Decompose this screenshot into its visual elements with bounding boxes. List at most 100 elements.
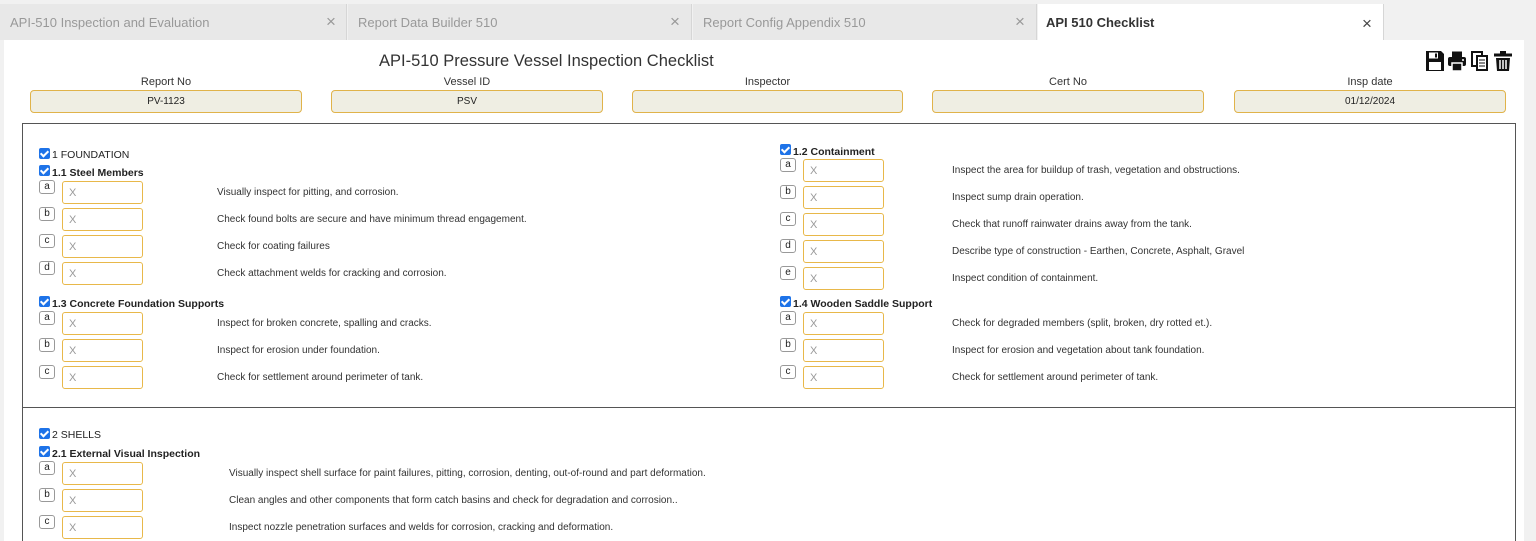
item-description: Check that runoff rainwater drains away …: [952, 219, 1192, 230]
tab-label: API 510 Checklist: [1046, 15, 1155, 30]
tab-label: API-510 Inspection and Evaluation: [10, 15, 210, 30]
item-letter: b: [39, 488, 55, 502]
item-letter: a: [39, 180, 55, 194]
vessel-id-label: Vessel ID: [443, 76, 491, 88]
item-letter: b: [39, 338, 55, 352]
item-letter: c: [780, 365, 796, 379]
item-input[interactable]: [62, 312, 143, 335]
steel-members-checkbox[interactable]: [39, 165, 50, 176]
item-description: Inspect the area for buildup of trash, v…: [952, 165, 1240, 176]
close-icon[interactable]: ×: [1015, 13, 1025, 30]
item-input[interactable]: [803, 339, 884, 362]
item-description: Inspect nozzle penetration surfaces and …: [229, 522, 614, 533]
item-input[interactable]: [62, 462, 143, 485]
cert-no-label: Cert No: [1049, 76, 1087, 88]
item-input[interactable]: [62, 262, 143, 285]
copy-icon[interactable]: [1470, 50, 1490, 72]
item-description: Inspect condition of containment.: [952, 273, 1099, 284]
item-description: Check attachment welds for cracking and …: [217, 268, 447, 279]
item-input[interactable]: [62, 181, 143, 204]
insp-date-label: Insp date: [1347, 76, 1393, 88]
section-shells: 2 SHELLS 2.1 External Visual Inspection …: [22, 407, 1516, 541]
item-letter: a: [780, 158, 796, 172]
checklist-page: API-510 Pressure Vessel Inspection Check…: [4, 40, 1524, 541]
tab-api510-checklist[interactable]: API 510 Checklist ×: [1038, 4, 1384, 40]
tab-report-data-builder[interactable]: Report Data Builder 510 ×: [348, 4, 692, 40]
subsection-title: 1.2 Containment: [793, 146, 875, 158]
item-input[interactable]: [803, 186, 884, 209]
item-input[interactable]: [803, 213, 884, 236]
vessel-id-field[interactable]: [331, 90, 603, 113]
close-icon[interactable]: ×: [670, 13, 680, 30]
item-description: Check for settlement around perimeter of…: [217, 372, 424, 383]
item-description: Check for degraded members (split, broke…: [952, 318, 1213, 329]
delete-icon[interactable]: [1493, 50, 1513, 72]
item-input[interactable]: [62, 489, 143, 512]
print-icon[interactable]: [1447, 50, 1467, 72]
close-icon[interactable]: ×: [326, 13, 336, 30]
page-title: API-510 Pressure Vessel Inspection Check…: [379, 52, 714, 70]
item-input[interactable]: [62, 366, 143, 389]
cert-no-field[interactable]: [932, 90, 1204, 113]
item-letter: b: [780, 338, 796, 352]
item-letter: a: [780, 311, 796, 325]
section-title: 1 FOUNDATION: [52, 149, 130, 161]
tab-label: Report Data Builder 510: [358, 15, 498, 30]
item-letter: b: [39, 207, 55, 221]
item-letter: d: [39, 261, 55, 275]
subsection-title: 1.4 Wooden Saddle Support: [793, 298, 933, 310]
item-letter: d: [780, 239, 796, 253]
save-icon[interactable]: [1425, 50, 1445, 72]
item-description: Visually inspect shell surface for paint…: [229, 468, 706, 479]
item-letter: c: [39, 234, 55, 248]
item-letter: a: [39, 311, 55, 325]
item-input[interactable]: [62, 339, 143, 362]
insp-date-field[interactable]: [1234, 90, 1506, 113]
section-foundation: 1 FOUNDATION 1.1 Steel Members a Visuall…: [22, 123, 1516, 408]
tab-report-config[interactable]: Report Config Appendix 510 ×: [693, 4, 1037, 40]
item-input[interactable]: [62, 235, 143, 258]
item-description: Visually inspect for pitting, and corros…: [217, 187, 399, 198]
subsection-title: 1.3 Concrete Foundation Supports: [52, 298, 225, 310]
inspector-field[interactable]: [632, 90, 903, 113]
tab-bar: API-510 Inspection and Evaluation × Repo…: [0, 0, 1536, 40]
item-input[interactable]: [62, 516, 143, 539]
report-no-label: Report No: [140, 76, 192, 88]
item-description: Check found bolts are secure and have mi…: [217, 214, 527, 225]
item-letter: c: [780, 212, 796, 226]
item-input[interactable]: [803, 312, 884, 335]
foundation-checkbox[interactable]: [39, 148, 50, 159]
item-letter: b: [780, 185, 796, 199]
close-icon[interactable]: ×: [1362, 15, 1372, 32]
item-description: Clean angles and other components that f…: [229, 495, 678, 506]
inspector-label: Inspector: [744, 76, 791, 88]
item-input[interactable]: [803, 159, 884, 182]
report-no-field[interactable]: [30, 90, 302, 113]
item-input[interactable]: [803, 267, 884, 290]
concrete-supports-checkbox[interactable]: [39, 296, 50, 307]
item-letter: a: [39, 461, 55, 475]
item-description: Check for settlement around perimeter of…: [952, 372, 1159, 383]
section-title: 2 SHELLS: [52, 429, 102, 441]
item-description: Inspect sump drain operation.: [952, 192, 1084, 203]
item-input[interactable]: [62, 208, 143, 231]
tab-label: Report Config Appendix 510: [703, 15, 866, 30]
containment-checkbox[interactable]: [780, 144, 791, 155]
item-description: Inspect for erosion under foundation.: [217, 345, 380, 356]
item-letter: c: [39, 515, 55, 529]
item-description: Inspect for erosion and vegetation about…: [952, 345, 1205, 356]
wooden-saddle-checkbox[interactable]: [780, 296, 791, 307]
item-input[interactable]: [803, 240, 884, 263]
tab-api510-inspection[interactable]: API-510 Inspection and Evaluation ×: [0, 4, 347, 40]
item-description: Inspect for broken concrete, spalling an…: [217, 318, 432, 329]
item-letter: e: [780, 266, 796, 280]
subsection-title: 2.1 External Visual Inspection: [52, 448, 201, 460]
shells-checkbox[interactable]: [39, 428, 50, 439]
item-description: Check for coating failures: [217, 241, 330, 252]
subsection-title: 1.1 Steel Members: [52, 167, 144, 179]
toolbar: [1425, 50, 1519, 72]
external-visual-checkbox[interactable]: [39, 446, 50, 457]
item-input[interactable]: [803, 366, 884, 389]
item-description: Describe type of construction - Earthen,…: [952, 246, 1245, 257]
item-letter: c: [39, 365, 55, 379]
